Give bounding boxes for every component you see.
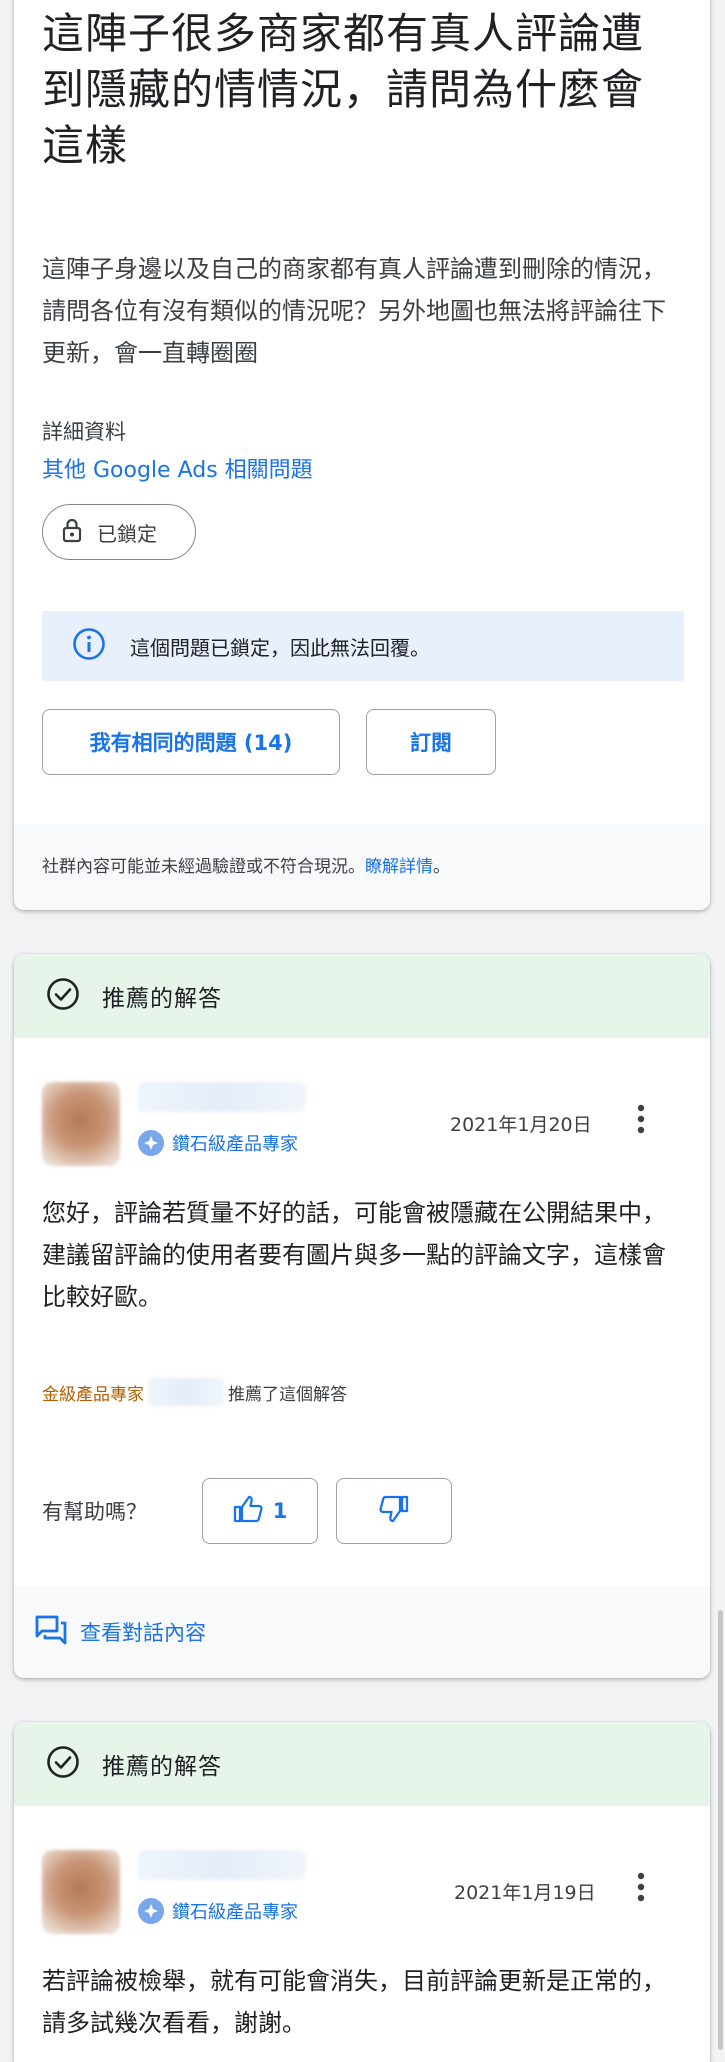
info-icon bbox=[72, 627, 106, 665]
recommended-answer-card: 推薦的解答 鑽石級產品專家 2021年1月20日 您好，評論若質量不好的話，可能… bbox=[14, 954, 710, 1678]
lock-icon bbox=[61, 517, 83, 547]
more-vert-icon[interactable] bbox=[634, 1102, 648, 1140]
locked-notice-text: 這個問題已鎖定，因此無法回覆。 bbox=[130, 635, 430, 660]
recommended-by: 金級產品專家 推薦了這個解答 bbox=[42, 1378, 347, 1406]
locked-chip-label: 已鎖定 bbox=[97, 521, 157, 546]
avatar[interactable] bbox=[42, 1850, 120, 1934]
view-conversation-link[interactable]: 查看對話內容 bbox=[14, 1586, 710, 1678]
recommended-answer-title: 推薦的解答 bbox=[102, 1754, 222, 1780]
avatar[interactable] bbox=[42, 1082, 120, 1166]
diamond-icon bbox=[138, 1898, 164, 1924]
helpful-label: 有幫助嗎？ bbox=[42, 1500, 147, 1524]
thumb-up-icon bbox=[233, 1495, 263, 1528]
details-category-link[interactable]: 其他 Google Ads 相關問題 bbox=[42, 452, 313, 484]
disclaimer-text: 社群內容可能並未經過驗證或不符合現況。 bbox=[42, 857, 365, 877]
check-circle-icon bbox=[46, 1745, 80, 1783]
recommender-name[interactable] bbox=[148, 1378, 224, 1406]
expert-badge-label: 鑽石級產品專家 bbox=[172, 1902, 298, 1923]
thumb-down-icon bbox=[379, 1495, 409, 1528]
locked-notice: 這個問題已鎖定，因此無法回覆。 bbox=[42, 611, 684, 681]
learn-more-link[interactable]: 瞭解詳情 bbox=[365, 857, 433, 877]
same-question-button[interactable]: 我有相同的問題 (14) bbox=[42, 709, 340, 775]
scrollbar[interactable] bbox=[718, 1610, 723, 2050]
recommended-answer-card-2: 推薦的解答 鑽石級產品專家 2021年1月19日 若評論被檢舉，就有可能會消失，… bbox=[14, 1722, 710, 2062]
expert-badge-label: 鑽石級產品專家 bbox=[172, 1134, 298, 1155]
expert-badge: 鑽石級產品專家 bbox=[138, 1130, 298, 1156]
question-body: 這陣子身邊以及自己的商家都有真人評論遭到刪除的情況，請問各位有沒有類似的情況呢？… bbox=[42, 255, 666, 367]
disclaimer: 社群內容可能並未經過驗證或不符合現況。瞭解詳情。 bbox=[42, 852, 450, 877]
expert-badge: 鑽石級產品專家 bbox=[138, 1898, 298, 1924]
details-label: 詳細資料 bbox=[42, 420, 126, 444]
recommended-text: 推薦了這個解答 bbox=[228, 1384, 347, 1405]
author-name[interactable] bbox=[138, 1082, 306, 1112]
locked-chip: 已鎖定 bbox=[42, 504, 196, 560]
answer-date: 2021年1月20日 bbox=[450, 1114, 592, 1136]
author-name[interactable] bbox=[138, 1850, 306, 1880]
recommended-answer-header: 推薦的解答 bbox=[14, 1722, 710, 1806]
recommended-answer-title: 推薦的解答 bbox=[102, 986, 222, 1012]
view-conversation-label: 查看對話內容 bbox=[80, 1621, 206, 1645]
check-circle-icon bbox=[46, 977, 80, 1015]
question-card: 這陣子很多商家都有真人評論遭到隱藏的情情況，請問為什麼會這樣 這陣子身邊以及自己… bbox=[14, 0, 710, 910]
answer-text: 您好，評論若質量不好的話，可能會被隱藏在公開結果中，建議留評論的使用者要有圖片與… bbox=[42, 1199, 666, 1311]
subscribe-button[interactable]: 訂閱 bbox=[366, 709, 496, 775]
forum-icon bbox=[34, 1614, 68, 1650]
thumb-up-button[interactable]: 1 bbox=[202, 1478, 318, 1544]
thumb-down-button[interactable] bbox=[336, 1478, 452, 1544]
answer-date: 2021年1月19日 bbox=[454, 1882, 596, 1904]
question-title: 這陣子很多商家都有真人評論遭到隱藏的情情況，請問為什麼會這樣 bbox=[42, 9, 645, 170]
recommended-answer-header: 推薦的解答 bbox=[14, 954, 710, 1038]
upvote-count: 1 bbox=[272, 1499, 288, 1523]
diamond-icon bbox=[138, 1130, 164, 1156]
more-vert-icon[interactable] bbox=[634, 1870, 648, 1908]
recommender-level: 金級產品專家 bbox=[42, 1384, 144, 1405]
disclaimer-end: 。 bbox=[433, 857, 450, 877]
answer-text: 若評論被檢舉，就有可能會消失，目前評論更新是正常的，請多試幾次看看，謝謝。 bbox=[42, 1967, 666, 2037]
